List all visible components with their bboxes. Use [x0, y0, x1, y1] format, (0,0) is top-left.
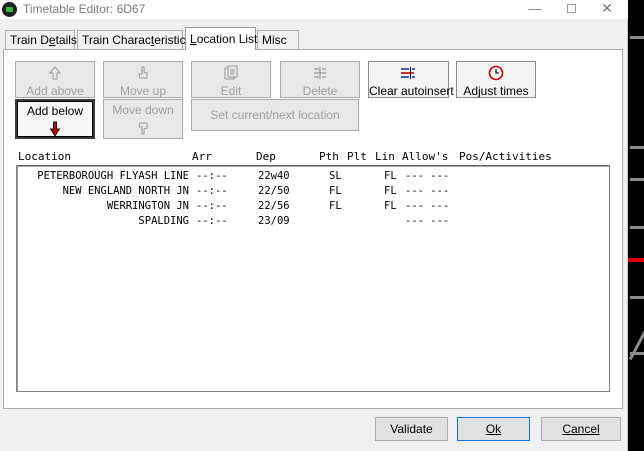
tab-label: Train Details: [10, 33, 77, 47]
validate-button[interactable]: Validate: [375, 417, 448, 441]
app-icon: [2, 2, 17, 17]
col-location: Location: [18, 150, 71, 163]
col-lin: Lin: [375, 150, 395, 163]
list-item[interactable]: NEW ENGLAND NORTH JN --:-- 22/50 FL FL -…: [17, 184, 607, 199]
list-item[interactable]: SPALDING --:-- 23/09 --- ---: [17, 214, 607, 229]
col-allows: Allow's: [402, 150, 449, 163]
tab-location-list[interactable]: Location List: [185, 27, 258, 50]
hand-down-icon: [104, 120, 182, 136]
location-list-header: Location Arr Dep Pth Plt Lin Allow's Pos…: [14, 150, 614, 164]
list-item[interactable]: WERRINGTON JN --:-- 22/56 FL FL --- ---: [17, 199, 607, 214]
arrow-up-icon: [16, 65, 94, 81]
edit-icon: [192, 65, 270, 81]
maximize-icon[interactable]: [556, 0, 586, 19]
clear-autoinsert-icon: [369, 65, 448, 81]
hand-up-icon: [104, 65, 182, 81]
minimize-icon[interactable]: —: [520, 0, 550, 19]
col-plt: Plt: [347, 150, 367, 163]
tab-train-characteristics[interactable]: Train Characteristics: [77, 30, 192, 49]
col-arr: Arr: [192, 150, 212, 163]
location-list[interactable]: PETERBOROUGH FLYASH LINE --:-- 22w40 SL …: [16, 165, 610, 392]
col-pth: Pth: [319, 150, 339, 163]
edit-button[interactable]: Edit: [191, 61, 271, 98]
tab-misc[interactable]: Misc: [257, 30, 299, 49]
tab-label: Misc: [262, 33, 287, 47]
list-item[interactable]: PETERBOROUGH FLYASH LINE --:-- 22w40 SL …: [17, 169, 607, 184]
delete-button[interactable]: Delete: [280, 61, 360, 98]
adjust-times-button[interactable]: Adjust times: [456, 61, 536, 98]
col-dep: Dep: [256, 150, 276, 163]
title-bar: Timetable Editor: 6D67 — ✕: [0, 0, 628, 19]
move-up-button[interactable]: Move up: [103, 61, 183, 98]
add-above-button[interactable]: Add above: [15, 61, 95, 98]
close-icon[interactable]: ✕: [592, 0, 622, 19]
tab-label: Location List: [190, 32, 258, 46]
clock-icon: [457, 65, 535, 81]
set-current-next-button[interactable]: Set current/next location: [191, 99, 359, 131]
ok-button[interactable]: Ok: [457, 417, 530, 441]
col-pos-activities: Pos/Activities: [459, 150, 552, 163]
add-below-button[interactable]: Add below: [15, 99, 95, 139]
background-window-strip: [628, 0, 644, 451]
arrow-down-icon: [17, 121, 93, 137]
tab-train-details[interactable]: Train Details: [5, 30, 77, 49]
clear-autoinsert-button[interactable]: Clear autoinsert: [368, 61, 454, 98]
delete-icon: [281, 65, 359, 81]
tab-label: Train Characteristics: [82, 33, 192, 47]
cancel-button[interactable]: Cancel: [541, 417, 621, 441]
move-down-button[interactable]: Move down: [103, 99, 183, 139]
timetable-editor-window: Timetable Editor: 6D67 — ✕ Train Details…: [0, 0, 628, 451]
window-title: Timetable Editor: 6D67: [23, 2, 146, 16]
